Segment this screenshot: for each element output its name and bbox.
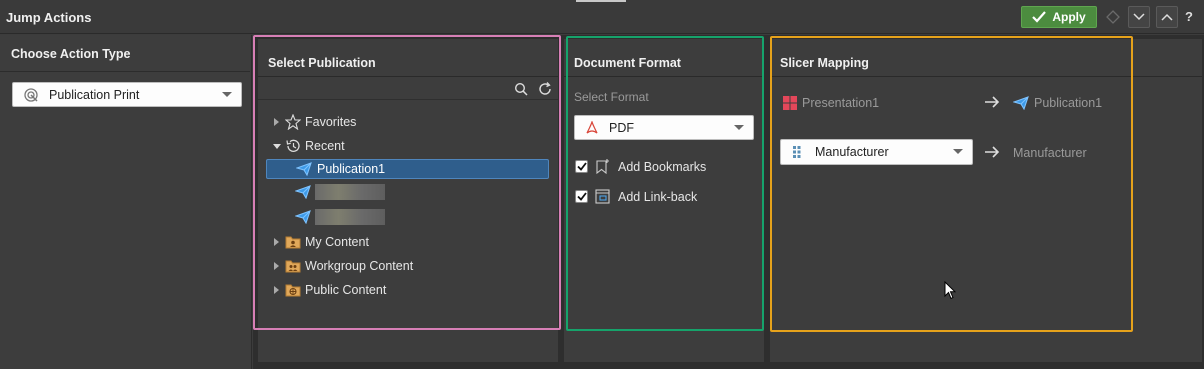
chevron-down-icon bbox=[1133, 13, 1145, 21]
select-publication-header: Select Publication bbox=[258, 39, 558, 77]
chevron-down-icon bbox=[953, 149, 963, 154]
slicer-source-value: Manufacturer bbox=[815, 145, 889, 159]
tree-item-favorites[interactable]: Favorites bbox=[274, 111, 356, 133]
redacted-name bbox=[315, 209, 385, 225]
tree-item-publication1[interactable]: Publication1 bbox=[266, 159, 549, 179]
select-format-label: Select Format bbox=[574, 90, 649, 104]
action-type-value: Publication Print bbox=[49, 87, 140, 102]
select-publication-panel: Select Publication Favorites Recent Publ… bbox=[258, 39, 558, 362]
tree-item-redacted-2[interactable] bbox=[295, 206, 385, 228]
publication-icon bbox=[1013, 96, 1029, 110]
my-content-label: My Content bbox=[305, 235, 369, 249]
arrow-right-icon bbox=[985, 96, 1000, 108]
format-value: PDF bbox=[609, 120, 634, 135]
redacted-name bbox=[315, 184, 385, 200]
expand-arrow-icon[interactable] bbox=[274, 286, 279, 294]
add-bookmarks-label: Add Bookmarks bbox=[618, 159, 707, 174]
arrow-right-icon bbox=[985, 146, 1000, 158]
document-format-title: Document Format bbox=[574, 56, 681, 70]
window-title: Jump Actions bbox=[6, 10, 92, 25]
add-link-back-checkbox[interactable] bbox=[575, 190, 588, 203]
globe-folder-icon bbox=[285, 284, 301, 297]
refresh-icon[interactable] bbox=[538, 82, 552, 96]
expand-arrow-icon[interactable] bbox=[274, 118, 279, 126]
user-folder-icon bbox=[285, 236, 301, 249]
collapse-arrow-icon[interactable] bbox=[273, 143, 281, 149]
source-label: Presentation1 bbox=[802, 96, 880, 110]
chevron-down-icon bbox=[734, 125, 744, 130]
expand-arrow-icon[interactable] bbox=[274, 238, 279, 246]
publication1-label: Publication1 bbox=[317, 162, 386, 176]
chevron-down-icon bbox=[222, 92, 232, 97]
publication-print-icon bbox=[24, 87, 38, 102]
tree-toolbar bbox=[258, 78, 558, 100]
action-type-title: Choose Action Type bbox=[11, 47, 131, 61]
slicer-mapping-title: Slicer Mapping bbox=[780, 56, 869, 70]
action-type-panel: Choose Action Type Publication Print bbox=[0, 35, 252, 369]
tree-item-recent[interactable]: Recent bbox=[273, 135, 345, 157]
diamond-button[interactable] bbox=[1102, 6, 1124, 28]
checkmark-icon bbox=[576, 162, 587, 171]
action-type-dropdown[interactable]: Publication Print bbox=[12, 82, 242, 107]
publication-icon bbox=[295, 210, 311, 224]
format-dropdown[interactable]: PDF bbox=[574, 115, 754, 140]
add-link-back-label: Add Link-back bbox=[618, 189, 698, 204]
slicer-source-dropdown[interactable]: Manufacturer bbox=[780, 139, 973, 165]
history-icon bbox=[286, 139, 300, 152]
slicer-target-label: Manufacturer bbox=[1013, 146, 1087, 160]
apply-label: Apply bbox=[1052, 10, 1086, 24]
star-icon bbox=[285, 114, 301, 130]
tree-item-redacted-1[interactable] bbox=[295, 181, 385, 203]
workgroup-content-label: Workgroup Content bbox=[305, 259, 414, 273]
chevron-up-icon bbox=[1161, 13, 1173, 21]
document-format-header: Document Format bbox=[564, 39, 764, 77]
collapse-down-button[interactable] bbox=[1128, 6, 1150, 28]
checkmark-icon bbox=[576, 192, 587, 201]
link-back-icon bbox=[595, 189, 610, 204]
search-icon[interactable] bbox=[514, 82, 528, 96]
mouse-cursor-icon bbox=[944, 281, 956, 300]
presentation-icon bbox=[783, 96, 797, 110]
drag-handle[interactable] bbox=[576, 0, 626, 2]
add-link-back-option: Add Link-back bbox=[575, 188, 697, 205]
target-label: Publication1 bbox=[1034, 96, 1103, 110]
add-bookmarks-option: Add Bookmarks bbox=[575, 158, 706, 175]
document-format-panel: Document Format Select Format PDF Add Bo… bbox=[564, 39, 764, 362]
collapse-up-button[interactable] bbox=[1156, 6, 1178, 28]
action-type-header: Choose Action Type bbox=[0, 35, 250, 72]
apply-button[interactable]: Apply bbox=[1021, 6, 1097, 28]
slicer-mapping-header: Slicer Mapping bbox=[770, 39, 1202, 77]
group-folder-icon bbox=[285, 260, 301, 273]
expand-arrow-icon[interactable] bbox=[274, 262, 279, 270]
favorites-label: Favorites bbox=[305, 115, 357, 129]
select-publication-title: Select Publication bbox=[268, 56, 376, 70]
tree-item-public-content[interactable]: Public Content bbox=[274, 279, 386, 301]
mapping-target: Publication1 bbox=[1013, 96, 1102, 110]
slicer-mapping-panel: Slicer Mapping Presentation1 Publication… bbox=[770, 39, 1202, 362]
title-bar: Jump Actions Apply ? bbox=[0, 0, 1204, 34]
bookmark-icon bbox=[596, 159, 609, 175]
pdf-icon bbox=[586, 120, 598, 133]
checkmark-icon bbox=[1032, 11, 1047, 23]
publication-icon bbox=[295, 185, 311, 199]
add-bookmarks-checkbox[interactable] bbox=[575, 160, 588, 173]
mapping-source: Presentation1 bbox=[782, 95, 879, 111]
recent-label: Recent bbox=[305, 139, 345, 153]
diamond-icon bbox=[1106, 10, 1120, 24]
public-content-label: Public Content bbox=[305, 283, 387, 297]
help-button[interactable]: ? bbox=[1185, 9, 1193, 24]
publication-icon bbox=[296, 162, 312, 176]
hierarchy-icon bbox=[793, 146, 801, 158]
tree-item-my-content[interactable]: My Content bbox=[274, 231, 369, 253]
tree-item-workgroup-content[interactable]: Workgroup Content bbox=[274, 255, 413, 277]
